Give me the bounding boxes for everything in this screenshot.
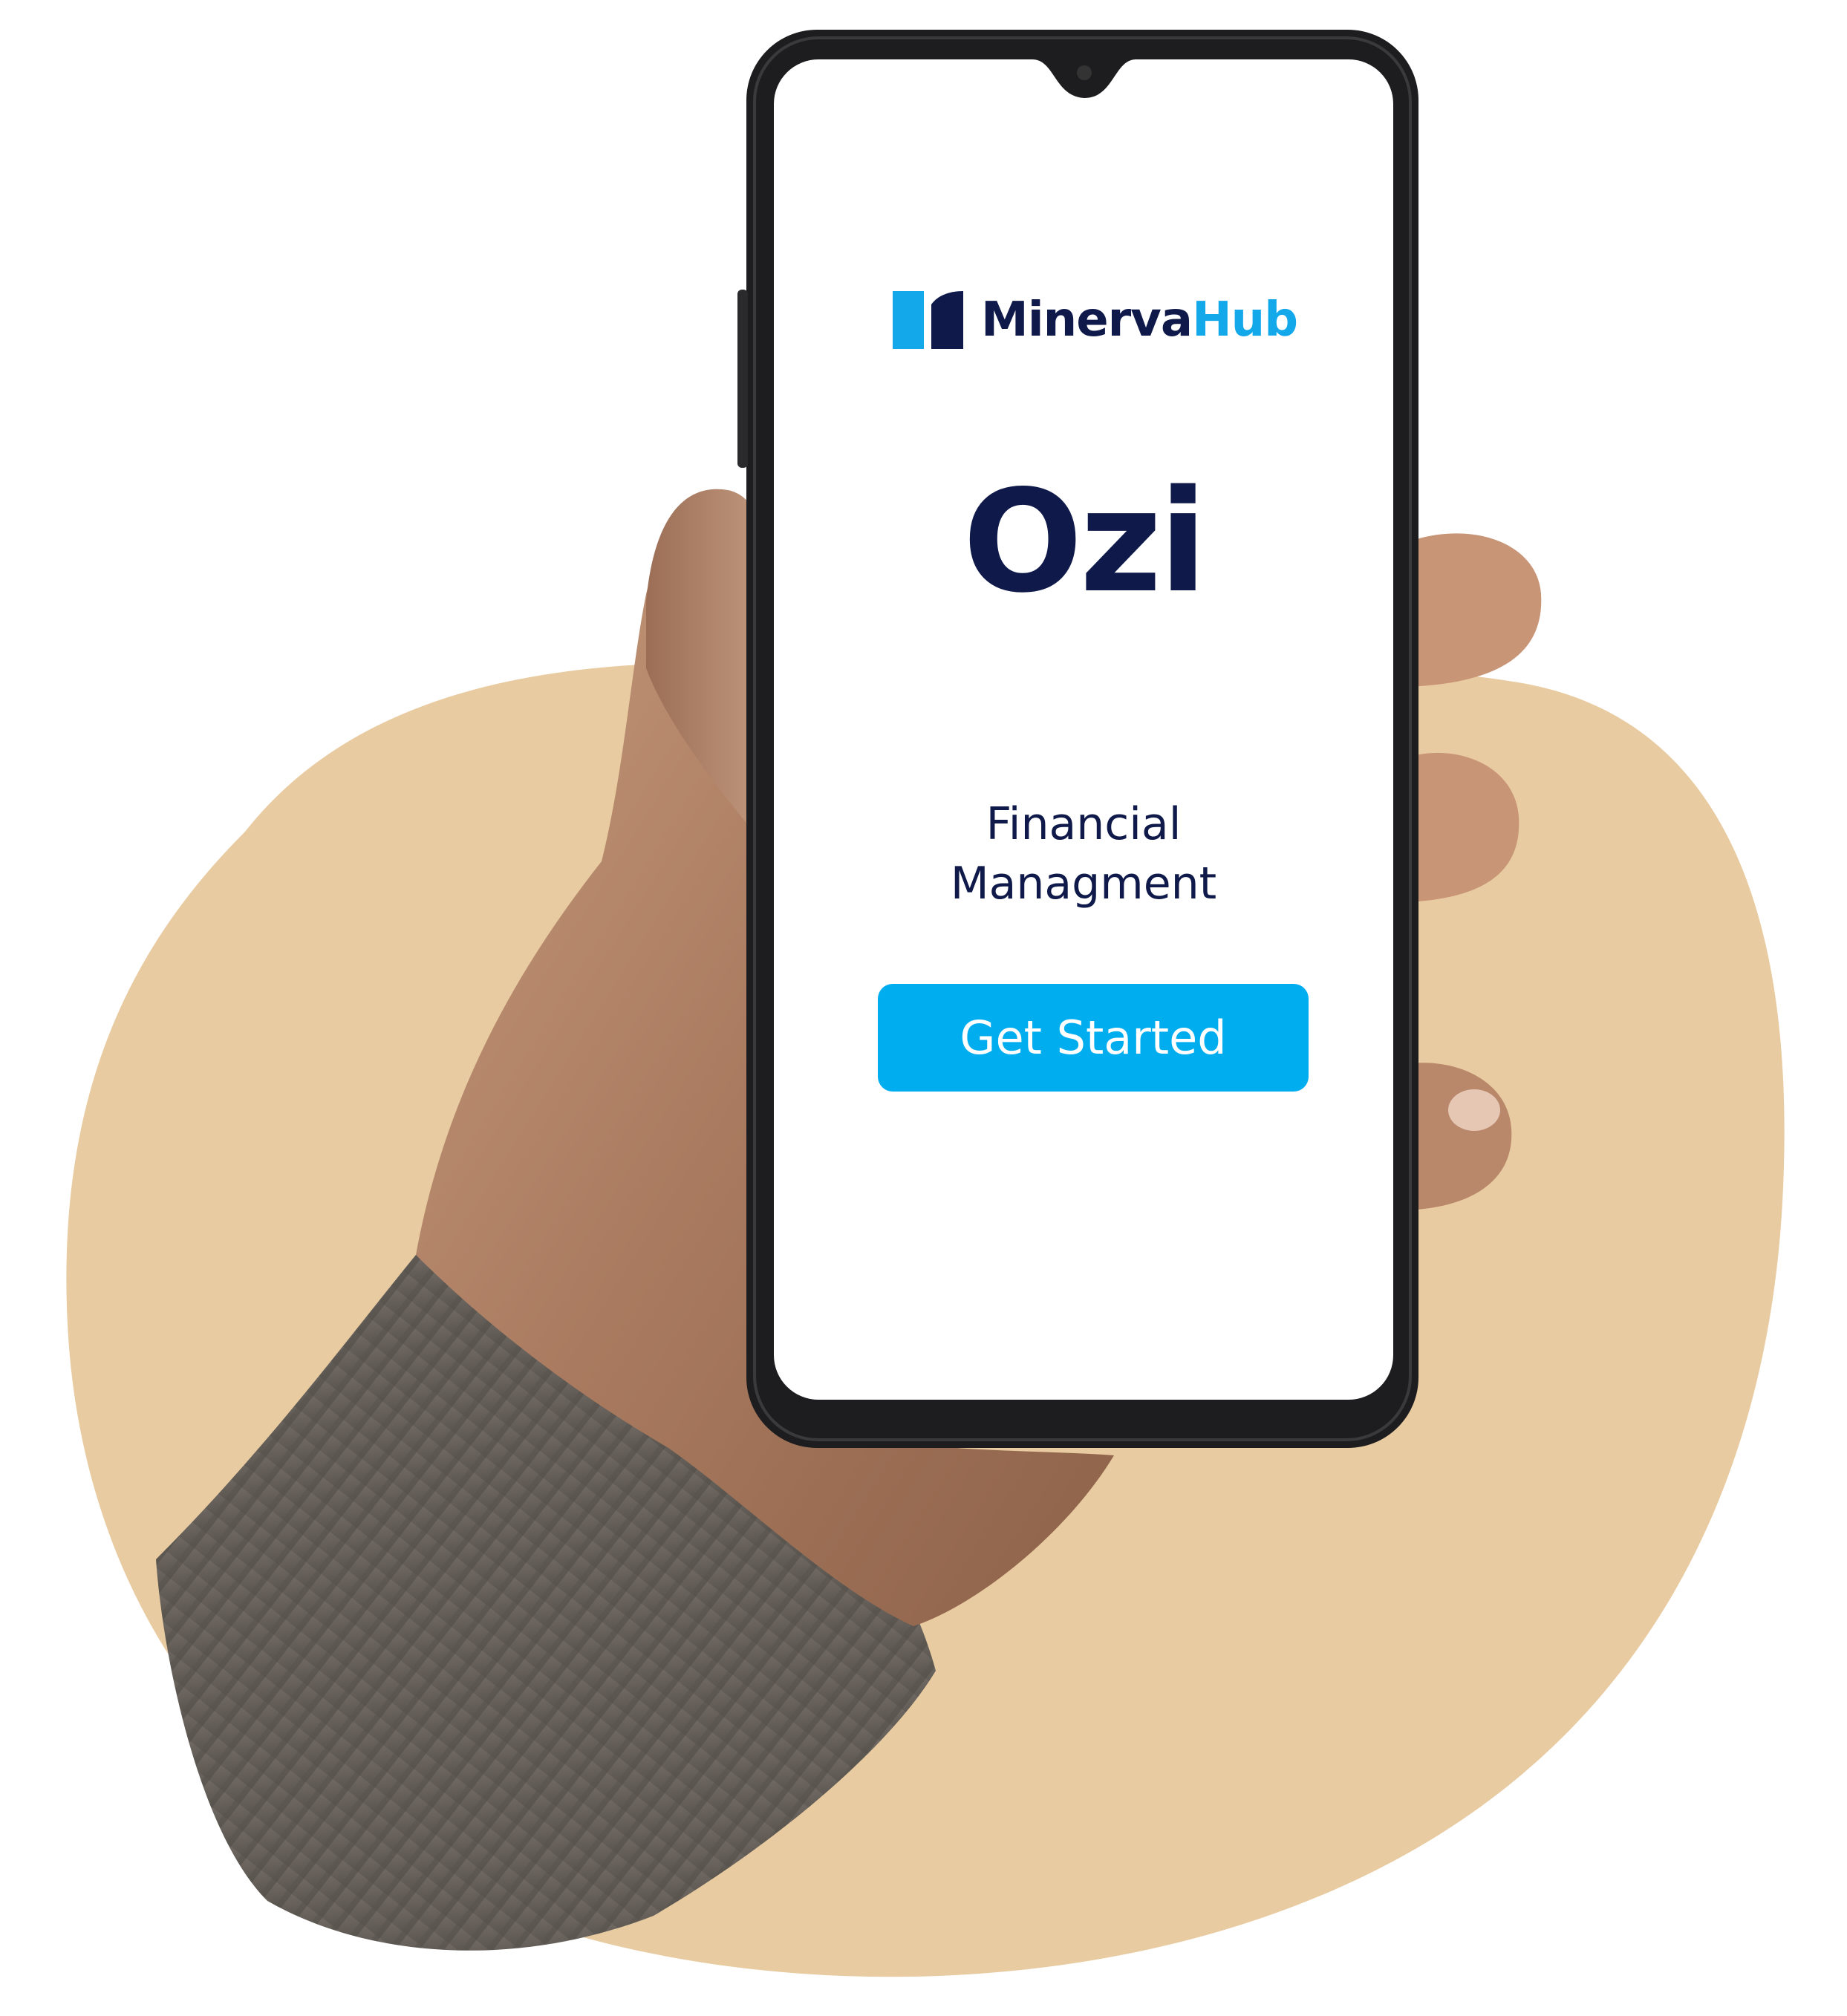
thumbnail xyxy=(1448,1089,1500,1131)
phone-screen-content: MinervaHub Ozi Financial Managment Get S… xyxy=(774,59,1393,1400)
app-title: Ozi xyxy=(962,460,1207,624)
tagline-line-1: Financial xyxy=(986,798,1182,850)
tagline-line-2: Managment xyxy=(950,858,1217,910)
brand-name-part2: Hub xyxy=(1192,293,1298,348)
get-started-button[interactable]: Get Started xyxy=(878,984,1309,1092)
app-tagline: Financial Managment xyxy=(774,795,1393,913)
brand-name-part1: Minerva xyxy=(981,293,1193,348)
minervahub-logo-icon xyxy=(893,291,963,349)
brand-logo: MinervaHub xyxy=(893,291,1298,349)
phone-side-button xyxy=(737,290,748,468)
finger-1 xyxy=(1407,533,1542,687)
brand-name: MinervaHub xyxy=(981,296,1298,344)
